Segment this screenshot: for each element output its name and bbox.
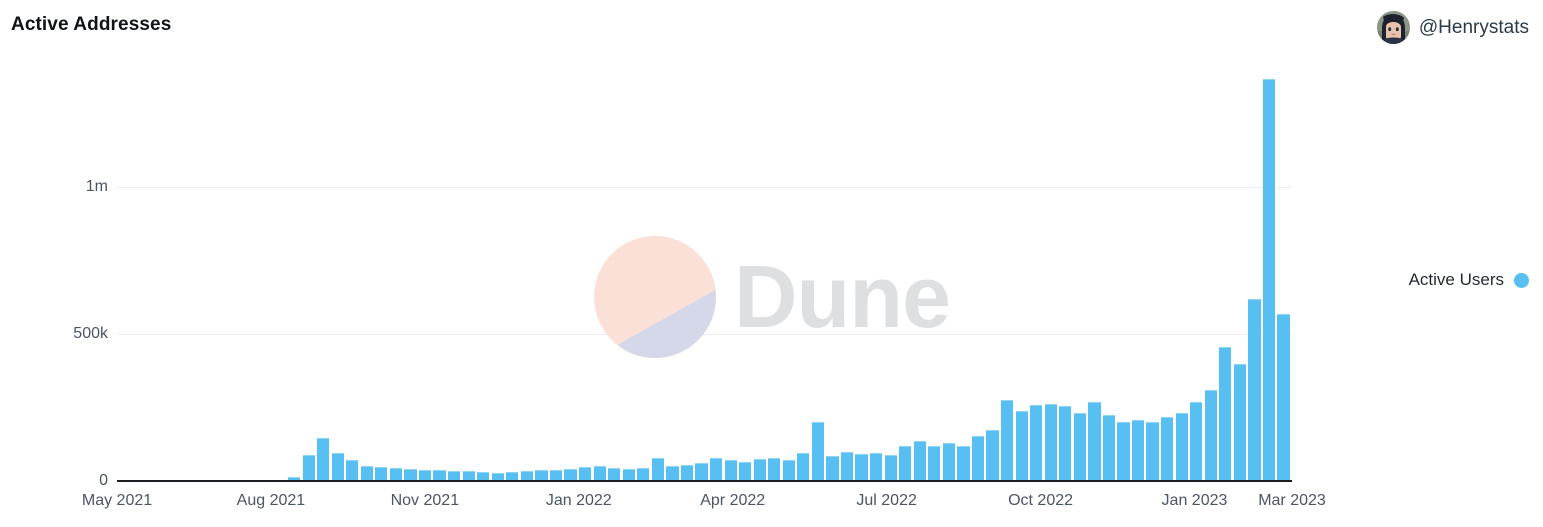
chart-container: Active Addresses @Henrystats 0 500k 1m May xyxy=(0,0,1543,527)
bar[interactable] xyxy=(826,455,839,481)
x-axis-tick-label: Jan 2022 xyxy=(545,492,612,509)
bar[interactable] xyxy=(782,459,795,481)
legend-color-swatch xyxy=(1514,272,1529,288)
bar[interactable] xyxy=(1015,410,1028,481)
bar[interactable] xyxy=(1262,78,1276,481)
bar[interactable] xyxy=(1088,402,1101,481)
bar[interactable] xyxy=(1146,422,1159,481)
bar[interactable] xyxy=(1117,422,1130,481)
x-axis-line xyxy=(117,480,1292,482)
bar[interactable] xyxy=(870,453,883,481)
bar[interactable] xyxy=(928,445,941,481)
bar[interactable] xyxy=(986,429,999,481)
bar[interactable] xyxy=(957,446,970,481)
bar[interactable] xyxy=(1073,412,1086,481)
x-axis-tick-label: Mar 2023 xyxy=(1258,492,1326,509)
y-axis-labels: 0 500k 1m xyxy=(0,70,108,489)
x-axis-tick-label: Aug 2021 xyxy=(236,492,306,509)
bar[interactable] xyxy=(855,454,868,481)
bar[interactable] xyxy=(1059,406,1072,481)
x-axis-tick-label: Oct 2022 xyxy=(1008,492,1074,509)
bar[interactable] xyxy=(797,453,810,481)
x-axis-tick-label: Jan 2023 xyxy=(1161,492,1228,509)
x-axis-labels: May 2021 Aug 2021 Nov 2021 Jan 2022 Apr 2022… xyxy=(0,492,1543,518)
bar[interactable] xyxy=(1131,419,1145,481)
x-axis-tick-label: Apr 2022 xyxy=(700,492,766,509)
page-title: Active Addresses xyxy=(11,14,172,35)
bar[interactable] xyxy=(1248,299,1261,481)
bar[interactable] xyxy=(971,436,985,481)
y-axis-tick-label: 1m xyxy=(85,178,108,196)
attribution: @Henrystats xyxy=(1376,11,1529,44)
bar[interactable] xyxy=(1161,417,1174,481)
bar[interactable] xyxy=(666,466,679,481)
bar[interactable] xyxy=(1102,414,1116,481)
handle-label: @Henrystats xyxy=(1418,16,1529,38)
bar[interactable] xyxy=(1204,390,1217,481)
x-axis-tick-label: Jul 2022 xyxy=(856,492,917,509)
x-axis-tick-label: May 2021 xyxy=(81,492,153,509)
bar[interactable] xyxy=(680,464,694,481)
bar[interactable] xyxy=(1277,313,1290,481)
bar[interactable] xyxy=(1030,404,1043,481)
bar[interactable] xyxy=(375,466,388,481)
plot-area xyxy=(117,70,1292,482)
bar[interactable] xyxy=(360,465,373,481)
bar[interactable] xyxy=(899,446,912,481)
bar[interactable] xyxy=(739,461,752,481)
x-axis-tick-label: Nov 2021 xyxy=(390,492,460,509)
legend-item-label: Active Users xyxy=(1408,270,1504,289)
chart-legend[interactable]: Active Users xyxy=(1409,270,1529,290)
bar[interactable] xyxy=(884,454,897,481)
bar[interactable] xyxy=(302,455,315,481)
bar[interactable] xyxy=(1219,347,1232,481)
bar[interactable] xyxy=(1233,364,1246,481)
y-axis-tick-label: 500k xyxy=(73,325,108,343)
bar[interactable] xyxy=(346,460,359,481)
bar[interactable] xyxy=(317,438,330,481)
bar[interactable] xyxy=(1190,402,1203,481)
bar[interactable] xyxy=(578,467,592,481)
bar[interactable] xyxy=(768,458,781,481)
bar[interactable] xyxy=(695,462,708,481)
bar-series xyxy=(117,70,1292,481)
user-avatar-icon xyxy=(1376,11,1410,44)
y-axis-tick-label: 0 xyxy=(99,472,108,489)
bar[interactable] xyxy=(724,460,737,481)
bar[interactable] xyxy=(1175,412,1188,481)
bar[interactable] xyxy=(1044,404,1057,481)
bar[interactable] xyxy=(709,458,723,481)
bar[interactable] xyxy=(942,443,955,481)
bar[interactable] xyxy=(811,422,825,481)
bar[interactable] xyxy=(1000,400,1014,481)
bar[interactable] xyxy=(651,457,664,481)
bar[interactable] xyxy=(753,459,766,481)
bar[interactable] xyxy=(913,440,926,481)
bar[interactable] xyxy=(331,453,344,481)
bar[interactable] xyxy=(840,451,854,481)
bar[interactable] xyxy=(593,465,606,481)
